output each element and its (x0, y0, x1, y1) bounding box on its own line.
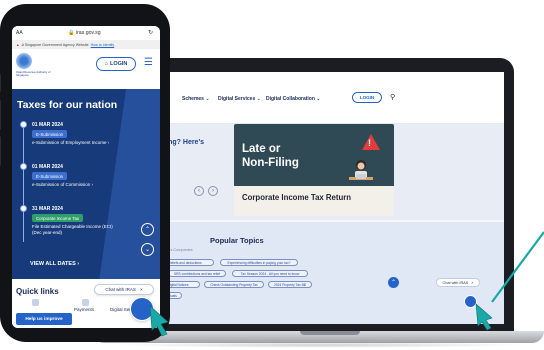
laptop-shadow (110, 342, 530, 348)
lock-icon: 🔒 (68, 30, 75, 36)
chevron-down-icon: ⌄ (144, 247, 151, 253)
chevron-right-icon: › (91, 182, 94, 187)
entry-date: 01 MAR 2024 (32, 122, 63, 128)
laptop-screen: Schemes ⌄ Digital Services ⌄ Digital Col… (154, 72, 504, 324)
topic-chip[interactable]: Check Outstanding Property Tax (204, 281, 264, 288)
reload-icon[interactable]: ↻ (148, 29, 153, 36)
how-to-identify-link[interactable]: How to identify (91, 43, 115, 47)
phone-side-button (0, 74, 1, 92)
chevron-up-icon: ⌃ (390, 280, 397, 286)
chevron-right-icon: › (107, 140, 110, 145)
flag-icon: ▲ (16, 42, 20, 47)
banner-subtitle: Corporate Income Tax Return (242, 193, 352, 202)
entry-tag: E-Submission (32, 172, 68, 180)
quick-links-section: Quick links Chat with IRAS × Payments Di… (12, 279, 160, 328)
taxes-title: Taxes for our nation (17, 99, 118, 111)
hero-prev-button[interactable]: ‹ (194, 186, 204, 196)
hero-banner[interactable]: Late or Non-Filing ! Corporate Income Ta… (234, 124, 394, 216)
help-us-improve-button[interactable]: Help us improve (16, 313, 72, 325)
scroll-up-button[interactable]: ⌃ (388, 277, 399, 288)
chevron-left-icon: ‹ (198, 188, 200, 194)
quick-link-payments[interactable]: Payments (74, 307, 94, 312)
taxes-section: Taxes for our nation 01 MAR 2024 E-Submi… (12, 89, 160, 279)
nav-item-digital-collaboration[interactable]: Digital Collaboration ⌄ (266, 96, 320, 102)
logo-text: Inland Revenue Authority of Singapore (16, 70, 51, 77)
topic-chip[interactable]: SRS contributions and tax relief (168, 270, 226, 277)
phone-notch (52, 14, 118, 26)
topic-chip[interactable]: Experiencing difficulties in paying your… (220, 259, 298, 266)
scroll-up-button[interactable]: ⌃ (141, 223, 154, 236)
laptop-hero: Filing? Here's ‹ › Late or Non-Filing ! … (154, 124, 504, 220)
phone-chat-prompt[interactable]: Chat with IRAS × (94, 284, 154, 295)
entry-tag: Corporate Income Tax (32, 214, 84, 222)
entry-tag: E-Submission (32, 130, 68, 138)
phone-login-button[interactable]: ⌂ LOGIN (96, 57, 136, 71)
phone-chat-button[interactable] (130, 297, 154, 321)
entry-date: 01 MAR 2024 (32, 164, 63, 170)
close-icon[interactable]: × (471, 281, 473, 285)
url-text[interactable]: 🔒 iras.gov.sg (68, 30, 101, 36)
close-icon[interactable]: × (140, 287, 143, 292)
laptop-chat-prompt[interactable]: Chat with IRAS × (436, 278, 480, 287)
gov-banner: ▲ A Singapore Government Agency Website … (12, 40, 160, 49)
timeline-dot (20, 205, 27, 212)
entry-link[interactable]: e-Submission of Employment Income › (32, 140, 109, 146)
timeline-dot (20, 121, 27, 128)
popular-topics-title: Popular Topics (210, 236, 264, 245)
timeline-dot (20, 163, 27, 170)
laptop-base-notch (300, 331, 360, 335)
nav-item-schemes[interactable]: Schemes ⌄ (182, 96, 210, 102)
text-size-button[interactable]: AA (16, 30, 23, 36)
laptop-nav-bar: Schemes ⌄ Digital Services ⌄ Digital Col… (154, 72, 504, 124)
laptop-login-button[interactable]: LOGIN (352, 92, 382, 103)
menu-icon[interactable]: ☰ (144, 58, 153, 68)
iras-logo-icon[interactable] (16, 53, 32, 69)
popular-topics-section: Popular Topics Partners Companies Relief… (154, 222, 504, 324)
chevron-up-icon: ⌃ (144, 227, 151, 233)
browser-address-bar: AA 🔒 iras.gov.sg ↻ (12, 26, 160, 40)
quick-links-title: Quick links (16, 287, 59, 296)
nav-item-digital-services[interactable]: Digital Services ⌄ (218, 96, 261, 102)
warning-icon (362, 134, 380, 150)
chevron-right-icon: › (77, 261, 80, 267)
phone-screen: AA 🔒 iras.gov.sg ↻ ▲ A Singapore Governm… (12, 26, 160, 328)
search-icon[interactable]: ⚲ (390, 93, 395, 101)
topic-chip[interactable]: 2024 Property Tax Bill (268, 281, 312, 288)
scroll-down-button[interactable]: ⌄ (141, 243, 154, 256)
phone-side-button (0, 136, 1, 166)
lock-icon: ⌂ (104, 61, 108, 67)
laptop-chat-button[interactable] (464, 295, 477, 308)
quick-link-icon (32, 299, 39, 306)
chevron-right-icon: › (212, 188, 214, 194)
entry-link[interactable]: File Estimated Chargeable Income (ECI) (… (32, 224, 113, 236)
person-illustration-icon (349, 160, 373, 180)
phone-site-header: Inland Revenue Authority of Singapore ⌂ L… (12, 49, 160, 89)
payments-icon (82, 299, 89, 306)
phone-frame: AA 🔒 iras.gov.sg ↻ ▲ A Singapore Governm… (0, 4, 170, 342)
banner-title: Late or Non-Filing (242, 143, 299, 169)
phone-side-button (0, 100, 1, 130)
entry-link[interactable]: e-Submission of Commission › (32, 182, 93, 188)
topic-chip[interactable]: Tax Season 2024 - All you need to know (232, 270, 308, 277)
view-all-dates-link[interactable]: VIEW ALL DATES › (30, 261, 79, 267)
hero-next-button[interactable]: › (208, 186, 218, 196)
timeline-line (23, 122, 24, 242)
entry-date: 31 MAR 2024 (32, 206, 63, 212)
